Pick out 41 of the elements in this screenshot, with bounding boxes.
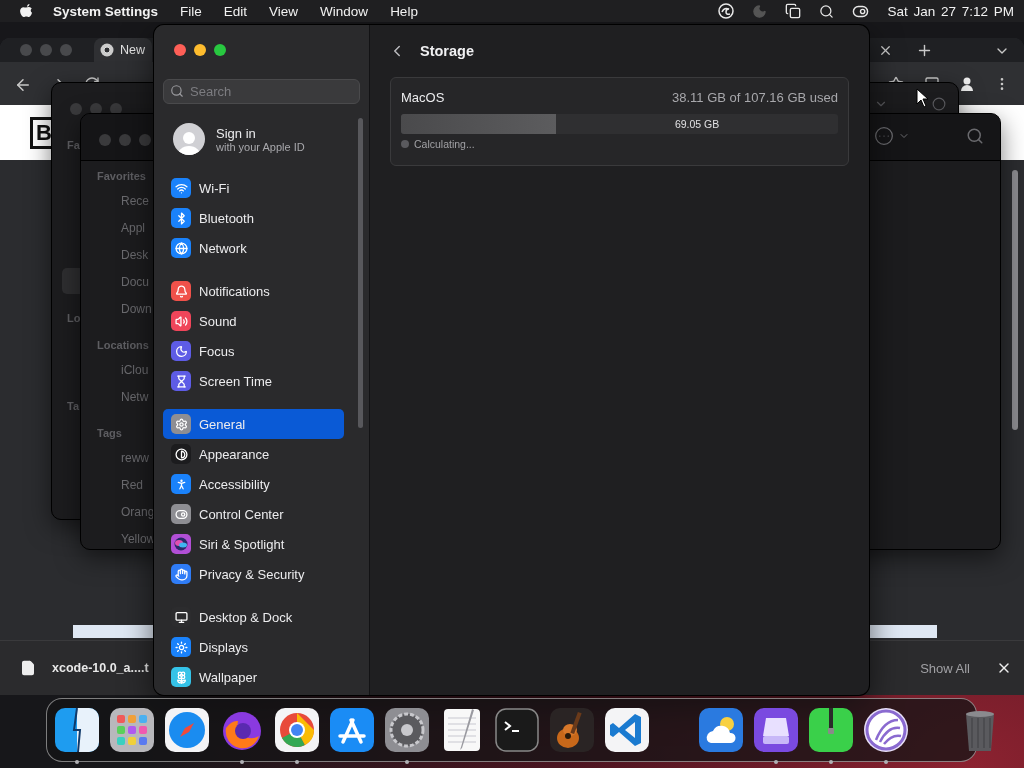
browser-tab[interactable]: New [94,38,152,62]
page-title: Storage [420,42,474,59]
sidebar-heading: Lo [67,312,81,324]
search-field[interactable]: Search [163,79,360,104]
sidebar-heading: Locations [97,338,150,353]
sidebar-item[interactable]: Sound [163,306,344,336]
sidebar-item[interactable]: Wallpaper [163,662,344,692]
sidebar-item[interactable]: Desktop & Dock [163,602,344,632]
sidebar-item[interactable]: Accessibility [163,469,344,499]
status-text: Calculating... [414,138,475,150]
sidebar-item[interactable]: Control Center [163,499,344,529]
sidebar-item[interactable]: Screen Time [163,366,344,396]
sidebar-heading: Tags [97,426,123,441]
show-all-button[interactable]: Show All [914,656,976,680]
sidebar-item[interactable]: Wi-Fi [163,173,344,203]
sidebar-item[interactable]: Displays [163,632,344,662]
download-file-name[interactable]: xcode-10.0_a....t [52,661,149,675]
sidebar-heading: Ta [67,400,80,412]
sidebar-item[interactable]: Focus [163,336,344,366]
volume-usage: 38.11 GB of 107.16 GB used [672,90,838,105]
volume-name: MacOS [401,90,445,105]
menu-clock[interactable]: Sat Jan 27 7:12 PM [887,3,1014,19]
menu-item[interactable]: Window [320,3,369,19]
menu-item[interactable]: Help [390,3,418,19]
sidebar-heading: Fa [67,139,80,151]
free-space-label: 69.05 GB [674,118,720,130]
account-title: Sign in [216,125,257,141]
menu-item[interactable]: Edit [223,3,248,19]
sidebar-item[interactable]: Privacy & Security [163,559,344,589]
account-subtitle: with your Apple ID [216,140,305,153]
sidebar-item[interactable]: Siri & Spotlight [163,529,344,559]
app-menu[interactable]: System Settings [53,3,159,19]
sidebar-heading: Favorites [97,169,147,184]
sidebar-item[interactable]: Network [163,233,344,263]
menu-item[interactable]: View [269,3,299,19]
sidebar-item[interactable]: Appearance [163,439,344,469]
account-item[interactable]: Sign in with your Apple ID [163,118,360,160]
sidebar-item[interactable]: General [163,409,344,439]
sidebar-item[interactable]: Bluetooth [163,203,344,233]
sidebar-item[interactable]: Notifications [163,276,344,306]
menu-item[interactable]: File [180,3,202,19]
